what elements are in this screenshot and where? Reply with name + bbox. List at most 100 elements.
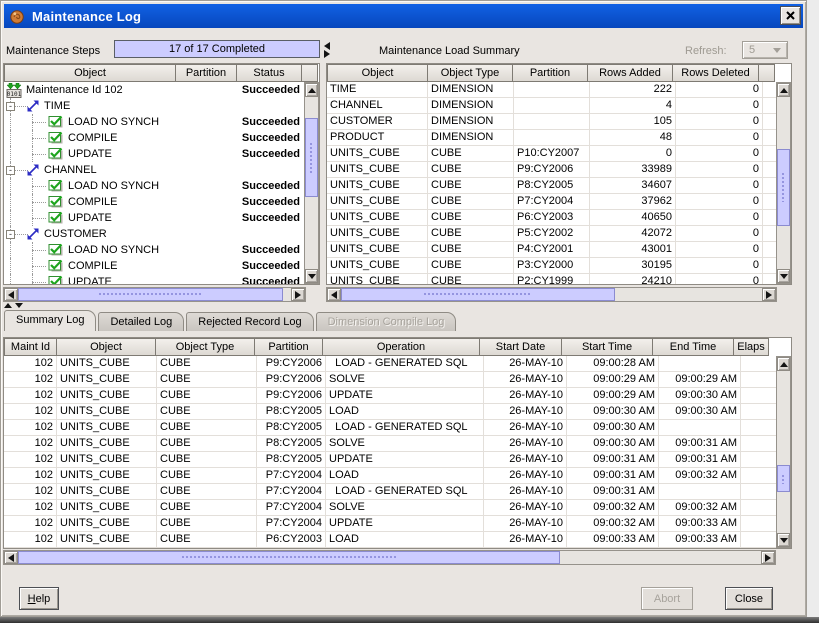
scroll-down-button[interactable] — [777, 269, 790, 283]
table-row[interactable]: 102UNITS_CUBECUBEP6:CY2003LOAD26-MAY-100… — [4, 532, 776, 548]
scroll-up-button[interactable] — [305, 83, 318, 97]
cell: SOLVE — [326, 436, 484, 451]
scroll-thumb[interactable] — [777, 465, 790, 493]
tree-expander[interactable]: - — [6, 102, 15, 111]
scroll-right-button[interactable] — [291, 288, 305, 301]
column-header-object[interactable]: Object — [4, 64, 176, 82]
scroll-down-button[interactable] — [305, 269, 318, 283]
column-header-end-time[interactable]: End Time — [652, 338, 734, 356]
table-row[interactable]: UNITS_CUBECUBEP2:CY1999242100 — [327, 274, 776, 284]
tree-row[interactable]: LOAD NO SYNCHSucceeded — [4, 242, 304, 258]
table-row[interactable]: CUSTOMERDIMENSION1050 — [327, 114, 776, 130]
tab-detailed-log[interactable]: Detailed Log — [98, 312, 184, 331]
tree-row[interactable]: UPDATESucceeded — [4, 274, 304, 284]
column-header-object[interactable]: Object — [56, 338, 156, 356]
column-header-status[interactable]: Status — [236, 64, 302, 82]
tree-splitter-control[interactable] — [4, 303, 23, 308]
tree-row[interactable]: COMPILESucceeded — [4, 130, 304, 146]
column-header-rows-added[interactable]: Rows Added — [587, 64, 673, 82]
help-button[interactable]: Help — [19, 587, 59, 610]
table-row[interactable]: UNITS_CUBECUBEP10:CY200700 — [327, 146, 776, 162]
scroll-thumb[interactable] — [18, 288, 283, 301]
tree-row[interactable]: LOAD NO SYNCHSucceeded — [4, 114, 304, 130]
table-row[interactable]: 102UNITS_CUBECUBEP8:CY2005UPDATE26-MAY-1… — [4, 452, 776, 468]
table-row[interactable]: 102UNITS_CUBECUBEP7:CY2004LOAD26-MAY-100… — [4, 468, 776, 484]
table-row[interactable]: 102UNITS_CUBECUBEP9:CY2006 LOAD - GENERA… — [4, 356, 776, 372]
column-header-operation[interactable]: Operation — [322, 338, 480, 356]
tab-rejected-record-log[interactable]: Rejected Record Log — [186, 312, 313, 331]
column-header-elaps[interactable]: Elaps — [733, 338, 769, 356]
log-vertical-scrollbar[interactable] — [776, 356, 791, 548]
table-row[interactable]: UNITS_CUBECUBEP4:CY2001430010 — [327, 242, 776, 258]
tab-dimension-compile-log[interactable]: Dimension Compile Log — [316, 312, 457, 331]
scroll-right-button[interactable] — [761, 551, 775, 564]
tree-row[interactable]: -CUSTOMER — [4, 226, 304, 242]
tree-row[interactable]: 0101Maintenance Id 102Succeeded — [4, 82, 304, 98]
scroll-right-button[interactable] — [762, 288, 776, 301]
table-row[interactable]: CHANNELDIMENSION40 — [327, 98, 776, 114]
scroll-down-button[interactable] — [777, 533, 790, 547]
table-row[interactable]: UNITS_CUBECUBEP5:CY2002420720 — [327, 226, 776, 242]
scroll-thumb[interactable] — [305, 118, 318, 197]
collapse-left-icon[interactable] — [324, 42, 330, 50]
column-header-partition[interactable]: Partition — [512, 64, 588, 82]
scroll-up-button[interactable] — [777, 357, 790, 371]
tree-row[interactable]: -TIME — [4, 98, 304, 114]
table-row[interactable]: 102UNITS_CUBECUBEP8:CY2005 LOAD - GENERA… — [4, 420, 776, 436]
table-row[interactable]: 102UNITS_CUBECUBEP8:CY2005SOLVE26-MAY-10… — [4, 436, 776, 452]
scroll-up-button[interactable] — [777, 83, 790, 97]
tree-expander[interactable]: - — [6, 166, 15, 175]
table-row[interactable]: 102UNITS_CUBECUBEP9:CY2006UPDATE26-MAY-1… — [4, 388, 776, 404]
table-row[interactable]: TIMEDIMENSION2220 — [327, 82, 776, 98]
tree-row[interactable]: COMPILESucceeded — [4, 258, 304, 274]
tree-expander[interactable]: - — [6, 230, 15, 239]
scroll-thumb[interactable] — [777, 149, 790, 226]
table-row[interactable]: 102UNITS_CUBECUBEP9:CY2006SOLVE26-MAY-10… — [4, 372, 776, 388]
abort-button[interactable]: Abort — [641, 587, 693, 610]
scroll-left-button[interactable] — [327, 288, 341, 301]
column-header-start-date[interactable]: Start Date — [479, 338, 562, 356]
titlebar-close-button[interactable] — [780, 6, 801, 25]
collapse-right-icon[interactable] — [324, 50, 330, 58]
close-button[interactable]: Close — [725, 587, 773, 610]
table-row[interactable]: 102UNITS_CUBECUBEP8:CY2005LOAD26-MAY-100… — [4, 404, 776, 420]
summary-vertical-scrollbar[interactable] — [776, 82, 791, 284]
table-row[interactable]: UNITS_CUBECUBEP6:CY2003406500 — [327, 210, 776, 226]
tree-vertical-scrollbar[interactable] — [304, 82, 319, 284]
column-header-object-type[interactable]: Object Type — [155, 338, 255, 356]
column-header-start-time[interactable]: Start Time — [561, 338, 653, 356]
column-header-partition[interactable]: Partition — [175, 64, 237, 82]
column-header-maint-id[interactable]: Maint Id — [4, 338, 57, 356]
table-row[interactable]: 102UNITS_CUBECUBEP7:CY2004 LOAD - GENERA… — [4, 484, 776, 500]
table-row[interactable]: UNITS_CUBECUBEP7:CY2004379620 — [327, 194, 776, 210]
pane-splitter-control[interactable] — [323, 42, 331, 58]
column-header-rows-deleted[interactable]: Rows Deleted — [672, 64, 759, 82]
tree-row[interactable]: LOAD NO SYNCHSucceeded — [4, 178, 304, 194]
tree-row[interactable]: COMPILESucceeded — [4, 194, 304, 210]
tree-horizontal-scrollbar[interactable] — [3, 287, 306, 302]
collapse-up-icon[interactable] — [4, 303, 12, 308]
scroll-left-button[interactable] — [4, 551, 18, 564]
refresh-interval-select[interactable]: 5 — [742, 41, 788, 59]
column-header-object-type[interactable]: Object Type — [427, 64, 513, 82]
table-row[interactable]: UNITS_CUBECUBEP9:CY2006339890 — [327, 162, 776, 178]
tab-summary-log[interactable]: Summary Log — [4, 310, 96, 331]
collapse-down-icon[interactable] — [15, 303, 23, 308]
column-header-partition[interactable]: Partition — [254, 338, 323, 356]
summary-horizontal-scrollbar[interactable] — [326, 287, 777, 302]
table-row[interactable]: 102UNITS_CUBECUBEP7:CY2004SOLVE26-MAY-10… — [4, 500, 776, 516]
table-row[interactable]: PRODUCTDIMENSION480 — [327, 130, 776, 146]
maintenance-steps-tree-panel: ObjectPartitionStatus 0101Maintenance Id… — [3, 63, 320, 285]
table-row[interactable]: UNITS_CUBECUBEP3:CY2000301950 — [327, 258, 776, 274]
table-row[interactable]: UNITS_CUBECUBEP8:CY2005346070 — [327, 178, 776, 194]
title-bar[interactable]: Maintenance Log — [4, 4, 803, 28]
column-header-object[interactable]: Object — [327, 64, 428, 82]
tree-row[interactable]: UPDATESucceeded — [4, 146, 304, 162]
scroll-left-button[interactable] — [4, 288, 18, 301]
table-row[interactable]: 102UNITS_CUBECUBEP7:CY2004UPDATE26-MAY-1… — [4, 516, 776, 532]
tree-row[interactable]: UPDATESucceeded — [4, 210, 304, 226]
tree-row[interactable]: -CHANNEL — [4, 162, 304, 178]
scroll-thumb[interactable] — [18, 551, 560, 564]
scroll-thumb[interactable] — [341, 288, 615, 301]
log-horizontal-scrollbar[interactable] — [3, 550, 776, 565]
